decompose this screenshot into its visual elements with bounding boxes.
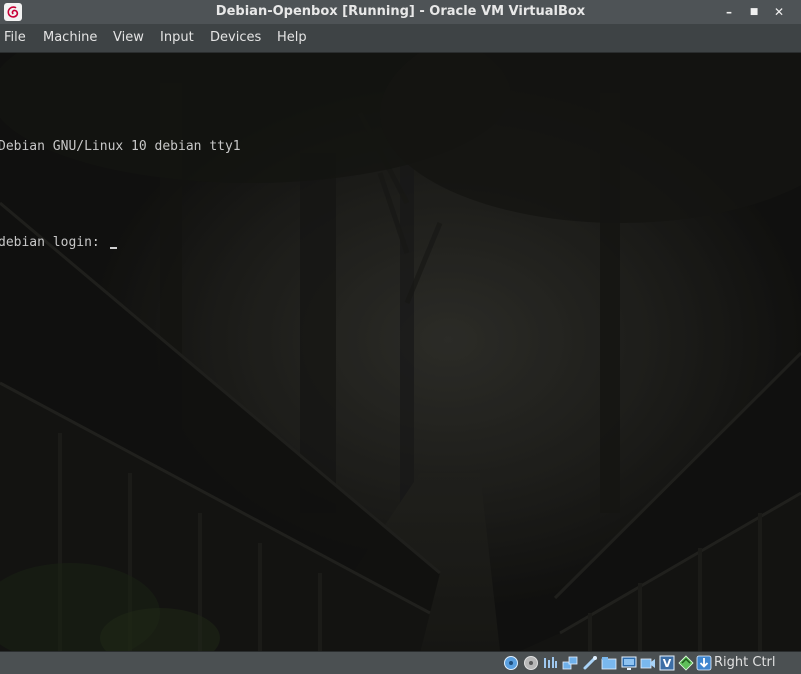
- console-line-banner: Debian GNU/Linux 10 debian tty1: [0, 139, 241, 154]
- mouse-integration-icon[interactable]: [696, 655, 712, 671]
- minimize-button[interactable]: –: [720, 3, 738, 21]
- guest-additions-icon[interactable]: [678, 655, 694, 671]
- title-bar[interactable]: Debian-Openbox [Running] - Oracle VM Vir…: [0, 0, 801, 24]
- menu-help[interactable]: Help: [277, 30, 307, 45]
- status-bar: V Right Ctrl: [0, 651, 801, 674]
- vt-x-icon[interactable]: V: [659, 655, 675, 671]
- audio-icon[interactable]: [542, 655, 558, 671]
- virtualbox-window: Debian-Openbox [Running] - Oracle VM Vir…: [0, 0, 801, 674]
- menu-file[interactable]: File: [4, 30, 26, 45]
- login-prompt-text: debian login:: [0, 235, 108, 250]
- usb-icon[interactable]: [582, 655, 598, 671]
- text-cursor: [109, 247, 117, 249]
- menu-bar: File Machine View Input Devices Help: [0, 24, 801, 53]
- optical-drive-icon[interactable]: [523, 655, 539, 671]
- maximize-button[interactable]: ■: [745, 3, 763, 21]
- console-output: Debian GNU/Linux 10 debian tty1 debian l…: [0, 67, 241, 323]
- display-icon[interactable]: [621, 655, 637, 671]
- menu-devices[interactable]: Devices: [210, 30, 261, 45]
- network-icon[interactable]: [562, 655, 578, 671]
- vm-display[interactable]: Debian GNU/Linux 10 debian tty1 debian l…: [0, 53, 801, 651]
- close-button[interactable]: ✕: [770, 3, 788, 21]
- window-title: Debian-Openbox [Running] - Oracle VM Vir…: [215, 4, 586, 19]
- host-key-label[interactable]: Right Ctrl: [714, 655, 776, 670]
- menu-machine[interactable]: Machine: [43, 30, 97, 45]
- video-capture-icon[interactable]: [640, 655, 656, 671]
- menu-input[interactable]: Input: [160, 30, 194, 45]
- hard-disk-icon[interactable]: [503, 655, 519, 671]
- shared-folders-icon[interactable]: [601, 655, 617, 671]
- svg-text:V: V: [663, 657, 672, 670]
- console-login-prompt[interactable]: debian login:: [0, 227, 241, 259]
- menu-view[interactable]: View: [113, 30, 144, 45]
